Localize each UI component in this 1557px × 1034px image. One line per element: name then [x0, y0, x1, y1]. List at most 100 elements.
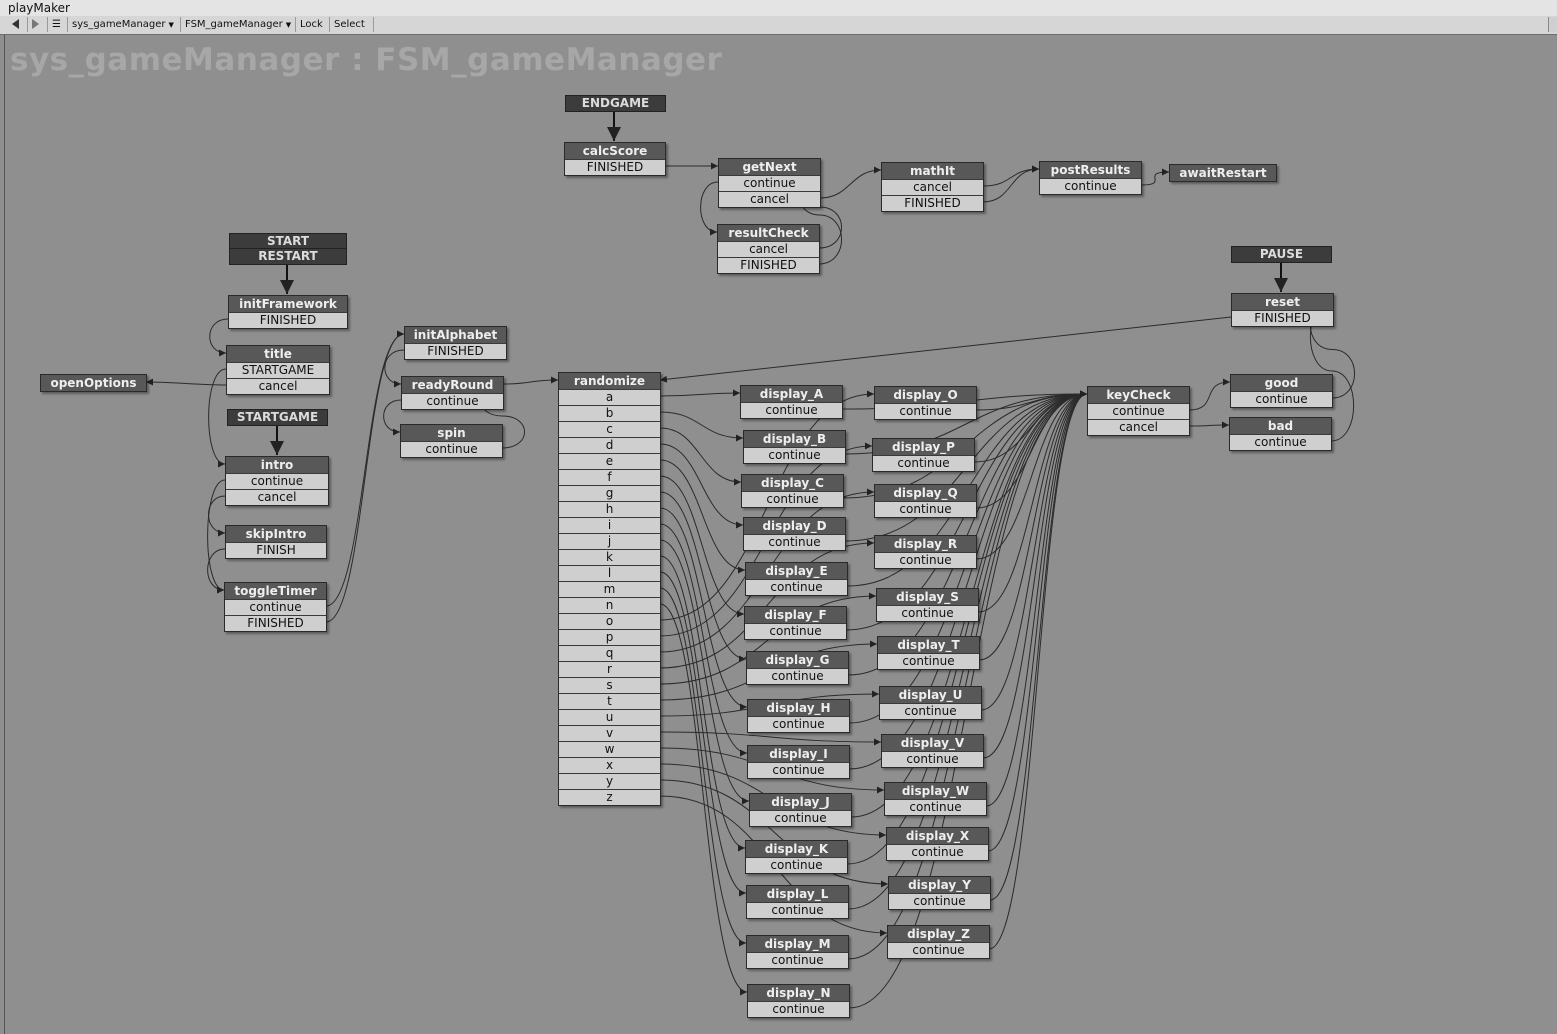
state-randomize[interactable]: randomize a b c d e f g h i j k l m n o p q r s t u v w x y z	[558, 372, 661, 806]
state-display_V[interactable]: display_V continue	[881, 734, 984, 768]
state-reset[interactable]: reset FINISHED	[1231, 293, 1334, 327]
state-display_B[interactable]: display_B continue	[743, 430, 846, 464]
transition-continue[interactable]: continue	[744, 534, 845, 550]
state-getNext[interactable]: getNext continue cancel	[718, 158, 821, 208]
transition-FINISH[interactable]: FINISH	[226, 542, 326, 558]
transition-continue[interactable]: continue	[401, 441, 502, 457]
state-display_Z[interactable]: display_Z continue	[887, 925, 990, 959]
transition-b[interactable]: b	[559, 405, 660, 421]
transition-FINISHED[interactable]: FINISHED	[882, 195, 983, 211]
transition-continue[interactable]: continue	[747, 952, 848, 968]
transition-continue[interactable]: continue	[225, 599, 326, 615]
state-good[interactable]: good continue	[1230, 374, 1333, 408]
transition-continue[interactable]: continue	[746, 857, 847, 873]
transition-cancel[interactable]: cancel	[1088, 419, 1189, 435]
state-openOptions[interactable]: openOptions	[40, 374, 147, 392]
state-calcScore[interactable]: calcScore FINISHED	[564, 142, 666, 176]
transition-continue[interactable]: continue	[1088, 403, 1189, 419]
state-display_J[interactable]: display_J continue	[749, 793, 852, 827]
transition-continue[interactable]: continue	[887, 844, 988, 860]
state-display_H[interactable]: display_H continue	[747, 699, 850, 733]
transition-k[interactable]: k	[559, 549, 660, 565]
transition-FINISHED[interactable]: FINISHED	[718, 257, 819, 273]
state-display_U[interactable]: display_U continue	[879, 686, 982, 720]
state-spin[interactable]: spin continue	[400, 424, 503, 458]
transition-cancel[interactable]: cancel	[882, 179, 983, 195]
transition-continue[interactable]: continue	[875, 403, 976, 419]
transition-FINISHED[interactable]: FINISHED	[229, 312, 347, 328]
state-skipIntro[interactable]: skipIntro FINISH	[225, 525, 327, 559]
state-bad[interactable]: bad continue	[1229, 417, 1332, 451]
transition-h[interactable]: h	[559, 501, 660, 517]
state-readyRound[interactable]: readyRound continue	[401, 376, 504, 410]
state-display_M[interactable]: display_M continue	[746, 935, 849, 969]
forward-button[interactable]	[28, 17, 48, 32]
state-display_Q[interactable]: display_Q continue	[874, 484, 977, 518]
transition-a[interactable]: a	[559, 389, 660, 405]
transition-continue[interactable]: continue	[1230, 434, 1331, 450]
global-event-restart[interactable]: RESTART	[229, 248, 347, 265]
transition-continue[interactable]: continue	[1040, 178, 1141, 194]
state-display_N[interactable]: display_N continue	[747, 984, 850, 1018]
state-display_C[interactable]: display_C continue	[741, 474, 844, 508]
state-title[interactable]: title STARTGAME cancel	[226, 345, 330, 395]
state-display_F[interactable]: display_F continue	[744, 606, 847, 640]
transition-j[interactable]: j	[559, 533, 660, 549]
transition-continue[interactable]: continue	[719, 175, 820, 191]
transition-continue[interactable]: continue	[745, 623, 846, 639]
transition-continue[interactable]: continue	[1231, 391, 1332, 407]
state-intro[interactable]: intro continue cancel	[225, 456, 329, 506]
state-display_I[interactable]: display_I continue	[747, 745, 850, 779]
transition-cancel[interactable]: cancel	[226, 489, 328, 505]
transition-continue[interactable]: continue	[741, 402, 842, 418]
state-display_Y[interactable]: display_Y continue	[888, 876, 991, 910]
state-toggleTimer[interactable]: toggleTimer continue FINISHED	[224, 582, 327, 632]
transition-g[interactable]: g	[559, 485, 660, 501]
transition-continue[interactable]: continue	[875, 552, 976, 568]
transition-continue[interactable]: continue	[885, 799, 986, 815]
transition-d[interactable]: d	[559, 437, 660, 453]
transition-continue[interactable]: continue	[880, 703, 981, 719]
transition-continue[interactable]: continue	[226, 473, 328, 489]
transition-continue[interactable]: continue	[882, 751, 983, 767]
global-event-pause[interactable]: PAUSE	[1231, 246, 1332, 263]
transition-continue[interactable]: continue	[744, 447, 845, 463]
transition-continue[interactable]: continue	[748, 716, 849, 732]
transition-continue[interactable]: continue	[888, 942, 989, 958]
state-display_E[interactable]: display_E continue	[745, 562, 848, 596]
global-event-startgame[interactable]: STARTGAME	[227, 409, 328, 426]
transition-continue[interactable]: continue	[746, 579, 847, 595]
transition-v[interactable]: v	[559, 725, 660, 741]
state-display_T[interactable]: display_T continue	[877, 636, 980, 670]
transition-FINISHED[interactable]: FINISHED	[565, 159, 665, 175]
state-awaitRestart[interactable]: awaitRestart	[1169, 164, 1277, 182]
transition-continue[interactable]: continue	[877, 605, 978, 621]
state-initFramework[interactable]: initFramework FINISHED	[228, 295, 348, 329]
transition-l[interactable]: l	[559, 565, 660, 581]
transition-continue[interactable]: continue	[747, 668, 848, 684]
transition-t[interactable]: t	[559, 693, 660, 709]
state-display_K[interactable]: display_K continue	[745, 840, 848, 874]
state-resultCheck[interactable]: resultCheck cancel FINISHED	[717, 224, 820, 274]
transition-continue[interactable]: continue	[748, 762, 849, 778]
transition-STARTGAME[interactable]: STARTGAME	[227, 362, 329, 378]
state-display_A[interactable]: display_A continue	[740, 385, 843, 419]
gameobject-dropdown[interactable]: sys_gameManager ▼	[68, 17, 181, 32]
back-button[interactable]	[8, 17, 28, 32]
state-display_L[interactable]: display_L continue	[746, 885, 849, 919]
transition-FINISHED[interactable]: FINISHED	[405, 343, 506, 359]
global-event-endgame[interactable]: ENDGAME	[565, 95, 666, 112]
transition-p[interactable]: p	[559, 629, 660, 645]
transition-continue[interactable]: continue	[742, 491, 843, 507]
transition-i[interactable]: i	[559, 517, 660, 533]
state-postResults[interactable]: postResults continue	[1039, 161, 1142, 195]
transition-FINISHED[interactable]: FINISHED	[1232, 310, 1333, 326]
transition-continue[interactable]: continue	[878, 653, 979, 669]
state-display_O[interactable]: display_O continue	[874, 386, 977, 420]
transition-cancel[interactable]: cancel	[719, 191, 820, 207]
state-display_S[interactable]: display_S continue	[876, 588, 979, 622]
transition-z[interactable]: z	[559, 789, 660, 805]
transition-n[interactable]: n	[559, 597, 660, 613]
transition-f[interactable]: f	[559, 469, 660, 485]
transition-o[interactable]: o	[559, 613, 660, 629]
